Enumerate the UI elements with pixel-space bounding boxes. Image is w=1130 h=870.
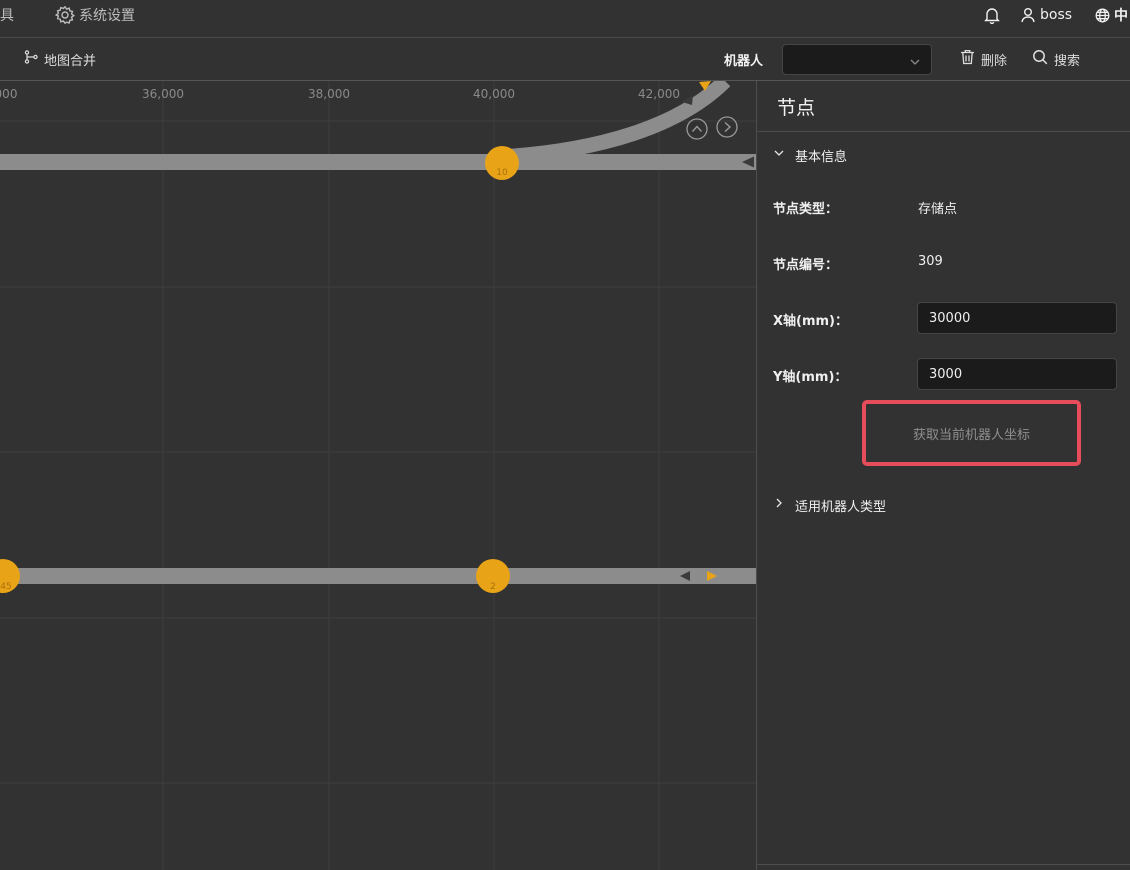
node-id-value: 309 — [918, 254, 943, 269]
map-merge-button[interactable]: 地图合并 — [24, 39, 96, 79]
gear-icon — [55, 5, 75, 25]
top-bar: 具 系统设置 boss 中 — [0, 0, 1130, 38]
x-tick-label: 42,000 — [638, 87, 680, 101]
divider — [757, 131, 1130, 132]
map-path-curve[interactable] — [499, 81, 731, 165]
user-icon — [1021, 7, 1035, 23]
chevron-right-icon — [724, 121, 732, 133]
language-switch[interactable]: 中 — [1095, 0, 1128, 30]
node-properties-panel: 节点 基本信息 节点类型： 存储点 节点编号： 309 X轴(mm)： Y轴(m… — [756, 81, 1130, 870]
node-type-value: 存储点 — [918, 202, 958, 217]
user-menu[interactable]: boss — [1021, 0, 1072, 30]
node-type-label: 节点类型： — [773, 202, 839, 217]
trash-icon — [960, 49, 975, 69]
map-grid — [0, 81, 756, 870]
y-axis-label: Y轴(mm)： — [773, 370, 848, 385]
notification-button[interactable] — [984, 0, 1000, 30]
x-tick-label: 38,000 — [308, 87, 350, 101]
map-pan-right-button[interactable] — [716, 116, 738, 138]
chevron-down-icon — [773, 147, 785, 163]
svg-text:45: 45 — [0, 582, 11, 592]
toolbar: 地图合并 机器人 删除 搜索 — [0, 39, 1130, 81]
chevron-down-icon — [909, 53, 921, 72]
x-tick-label: 36,000 — [142, 87, 184, 101]
map-node[interactable]: 2 — [476, 559, 510, 593]
svg-text:10: 10 — [496, 168, 508, 178]
x-tick-label: 000 — [0, 87, 17, 101]
y-axis-input[interactable] — [917, 358, 1117, 390]
section-basic-info-header[interactable]: 基本信息 — [773, 145, 847, 165]
search-icon — [1032, 49, 1048, 69]
node-id-label: 节点编号： — [773, 258, 839, 273]
map-node[interactable]: 10 — [485, 146, 519, 180]
robot-label: 机器人 — [724, 53, 764, 69]
chevron-right-icon — [773, 497, 785, 513]
divider — [757, 864, 1130, 865]
merge-icon — [24, 50, 38, 68]
search-button[interactable]: 搜索 — [1032, 39, 1080, 79]
map-canvas[interactable]: 000 36,000 38,000 40,000 42,000 10 — [0, 81, 756, 870]
section-robot-types-header[interactable]: 适用机器人类型 — [773, 495, 886, 515]
panel-title: 节点 — [777, 97, 816, 119]
robot-select[interactable] — [782, 44, 932, 75]
bell-icon — [984, 6, 1000, 24]
map-path-lower[interactable] — [0, 568, 756, 584]
x-axis-input[interactable] — [917, 302, 1117, 334]
menu-tools-fragment[interactable]: 具 — [0, 0, 14, 30]
x-axis-label: X轴(mm)： — [773, 314, 848, 329]
map-pan-up-button[interactable] — [686, 118, 708, 140]
x-tick-label: 40,000 — [473, 87, 515, 101]
globe-icon — [1095, 8, 1110, 23]
map-node[interactable]: 45 — [0, 559, 20, 593]
map-path-upper[interactable] — [0, 154, 756, 170]
svg-text:2: 2 — [490, 582, 496, 592]
delete-button[interactable]: 删除 — [960, 39, 1007, 79]
chevron-up-icon — [691, 125, 703, 132]
menu-system-settings[interactable]: 系统设置 — [55, 0, 135, 30]
get-robot-coordinates-button[interactable]: 获取当前机器人坐标 — [862, 400, 1081, 466]
